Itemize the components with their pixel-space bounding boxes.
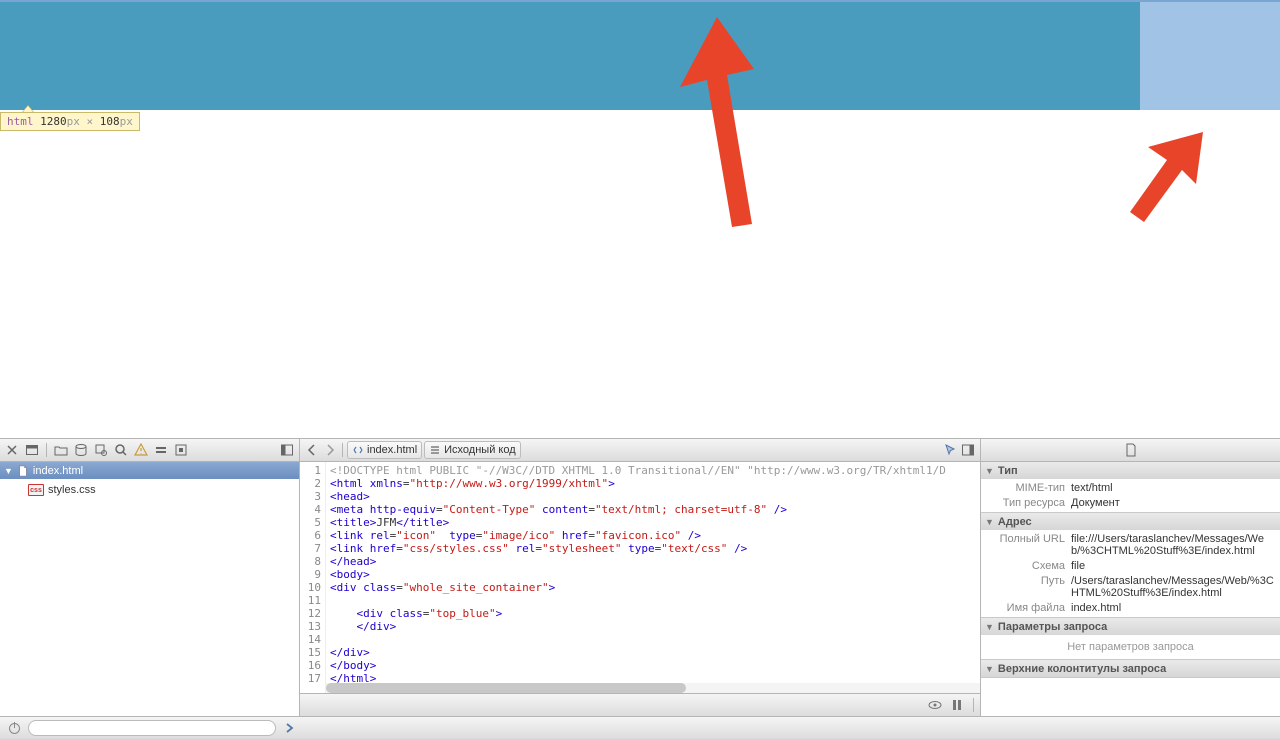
disclosure-triangle-icon: ▼ xyxy=(985,517,994,527)
section-request-params: ▼ Параметры запроса Нет параметров запрос… xyxy=(981,618,1280,660)
console-prompt-icon[interactable] xyxy=(282,720,298,736)
section-request-headers: ▼ Верхние колонтитулы запроса xyxy=(981,660,1280,678)
inspect-icon[interactable] xyxy=(93,442,109,458)
devtools-details-panel: ▼ Тип MIME-типtext/html Тип ресурсаДокуме… xyxy=(980,439,1280,716)
source-status-bar xyxy=(300,693,980,716)
document-icon[interactable] xyxy=(1123,442,1139,458)
css-file-icon: css xyxy=(28,484,44,496)
breadcrumb-source[interactable]: Исходный код xyxy=(424,441,521,459)
section-type: ▼ Тип MIME-типtext/html Тип ресурсаДокуме… xyxy=(981,462,1280,513)
console-bar xyxy=(0,716,1280,739)
html-file-icon xyxy=(352,444,364,456)
power-icon[interactable] xyxy=(6,720,22,736)
debug-icon[interactable] xyxy=(173,442,189,458)
console-input[interactable] xyxy=(28,720,276,736)
nav-forward-icon[interactable] xyxy=(322,442,338,458)
eye-icon[interactable] xyxy=(927,697,943,713)
kv-key: Путь xyxy=(987,575,1071,599)
collapse-left-icon[interactable] xyxy=(279,442,295,458)
page-viewport: html 1280px × 108px xyxy=(0,0,1280,438)
devtools-body: ▼ index.html css styles.css index.html xyxy=(0,439,1280,716)
nav-file-header[interactable]: ▼ index.html xyxy=(0,462,299,479)
nav-file-header-label: index.html xyxy=(33,465,83,477)
nav-tree-item-label: styles.css xyxy=(48,484,96,496)
kv-key: Схема xyxy=(987,560,1071,572)
dock-icon[interactable] xyxy=(24,442,40,458)
kv-value: file:///Users/taraslanchev/Messages/Web/… xyxy=(1071,533,1274,557)
kv-row: Схемаfile xyxy=(987,560,1274,572)
kv-key: Тип ресурса xyxy=(987,497,1071,509)
section-title: Параметры запроса xyxy=(998,621,1107,633)
kv-key: Имя файла xyxy=(987,602,1071,614)
collapse-right-icon[interactable] xyxy=(960,442,976,458)
kv-value: file xyxy=(1071,560,1274,572)
section-title: Тип xyxy=(998,465,1018,477)
warnings-icon[interactable] xyxy=(133,442,149,458)
devtools-source-panel: index.html Исходный код 1234567891011121… xyxy=(300,439,980,716)
devtools-navigator: ▼ index.html css styles.css xyxy=(0,439,300,716)
scrollbar-thumb[interactable] xyxy=(326,683,686,693)
inspector-tooltip: html 1280px × 108px xyxy=(0,112,140,131)
disclosure-triangle-icon: ▼ xyxy=(985,622,994,632)
horizontal-scrollbar[interactable] xyxy=(326,683,980,693)
section-header[interactable]: ▼ Верхние колонтитулы запроса xyxy=(981,660,1280,677)
nav-back-icon[interactable] xyxy=(304,442,320,458)
disclosure-triangle-icon: ▼ xyxy=(985,664,994,674)
code-editor[interactable]: 1234567891011121314151617 <!DOCTYPE html… xyxy=(300,462,980,693)
breakpoints-icon[interactable] xyxy=(153,442,169,458)
kv-key: MIME-тип xyxy=(987,482,1071,494)
section-header[interactable]: ▼ Тип xyxy=(981,462,1280,479)
details-toolbar xyxy=(981,439,1280,462)
breadcrumb-file-label: index.html xyxy=(367,444,417,456)
nav-tree-item[interactable]: css styles.css xyxy=(0,483,299,497)
kv-row: Путь/Users/taraslanchev/Messages/Web/%3C… xyxy=(987,575,1274,599)
section-address: ▼ Адрес Полный URLfile:///Users/taraslanc… xyxy=(981,513,1280,618)
section-empty-note: Нет параметров запроса xyxy=(981,635,1280,659)
kv-row: Полный URLfile:///Users/taraslanchev/Mes… xyxy=(987,533,1274,557)
storage-icon[interactable] xyxy=(73,442,89,458)
section-title: Верхние колонтитулы запроса xyxy=(998,663,1166,675)
close-icon[interactable] xyxy=(4,442,20,458)
viewport-right-strip xyxy=(1140,2,1280,110)
kv-row: Имя файлаindex.html xyxy=(987,602,1274,614)
nav-tree: css styles.css xyxy=(0,479,299,716)
source-toolbar: index.html Исходный код xyxy=(300,439,980,462)
disclosure-triangle-icon: ▼ xyxy=(4,466,13,476)
viewport-top-blue xyxy=(0,2,1140,110)
kv-row: MIME-типtext/html xyxy=(987,482,1274,494)
search-icon[interactable] xyxy=(113,442,129,458)
inspector-tooltip-arrow xyxy=(22,105,34,112)
code-content: <!DOCTYPE html PUBLIC "-//W3C//DTD XHTML… xyxy=(326,462,980,693)
disclosure-triangle-icon: ▼ xyxy=(985,466,994,476)
document-icon xyxy=(17,465,29,477)
breadcrumb-file[interactable]: index.html xyxy=(347,441,422,459)
list-icon xyxy=(429,444,441,456)
kv-value: /Users/taraslanchev/Messages/Web/%3CHTML… xyxy=(1071,575,1274,599)
cursor-icon[interactable] xyxy=(942,442,958,458)
section-header[interactable]: ▼ Параметры запроса xyxy=(981,618,1280,635)
kv-key: Полный URL xyxy=(987,533,1071,557)
annotation-arrow-up xyxy=(680,17,800,227)
section-header[interactable]: ▼ Адрес xyxy=(981,513,1280,530)
folder-icon[interactable] xyxy=(53,442,69,458)
annotation-arrow-upright xyxy=(1130,132,1210,222)
breadcrumb-source-label: Исходный код xyxy=(444,444,516,456)
line-gutter: 1234567891011121314151617 xyxy=(300,462,326,693)
navigator-toolbar xyxy=(0,439,299,462)
kv-value: Документ xyxy=(1071,497,1274,509)
pause-icon[interactable] xyxy=(949,697,965,713)
kv-value: index.html xyxy=(1071,602,1274,614)
devtools: ▼ index.html css styles.css index.html xyxy=(0,438,1280,739)
section-title: Адрес xyxy=(998,516,1032,528)
kv-value: text/html xyxy=(1071,482,1274,494)
kv-row: Тип ресурсаДокумент xyxy=(987,497,1274,509)
